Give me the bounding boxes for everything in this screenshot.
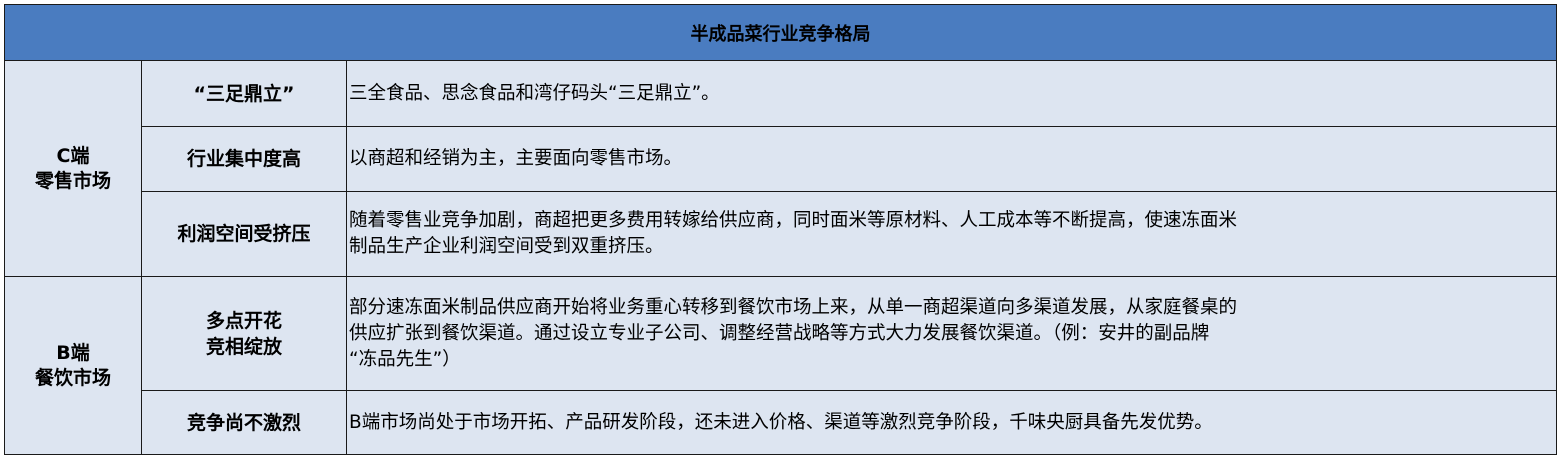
title-row: 半成品菜行业竞争格局 xyxy=(3,4,1558,61)
description-line: 制品生产企业利润空间受到双重挤压。 xyxy=(349,236,664,257)
description-line: B端市场尚处于市场开拓、产品研发阶段，还未进入价格、渠道等激烈竞争阶段，千味央厨… xyxy=(349,411,1213,433)
category-line2: 零售市场 xyxy=(34,169,111,192)
table-row: C端 零售市场 “三足鼎立” 三全食品、思念食品和湾仔码头“三足鼎立”。 xyxy=(4,60,1558,277)
description-cell: B端市场尚处于市场开拓、产品研发阶段，还未进入价格、渠道等激烈竞争阶段，千味央厨… xyxy=(345,390,1558,455)
subcategory-cell: 多点开花 竞相绽放 xyxy=(141,276,347,391)
subcategory-label: 利润空间受挤压 xyxy=(177,223,311,245)
category-cell-c: C端 零售市场 xyxy=(4,60,142,277)
description-line: “冻品先生”） xyxy=(349,348,461,370)
description-cell: 以商超和经销为主，主要面向零售市场。 xyxy=(345,126,1558,192)
subcategory-label: 竞争尚不激烈 xyxy=(186,411,301,434)
category-line2: 餐饮市场 xyxy=(34,366,111,389)
category-line1: C端 xyxy=(56,144,90,167)
table-title: 半成品菜行业竞争格局 xyxy=(3,4,1558,61)
subcategory-cell: 行业集中度高 xyxy=(141,126,347,192)
subcategory-label: 多点开花 xyxy=(205,309,282,332)
description-line: 三全食品、思念食品和湾仔码头“三足鼎立”。 xyxy=(349,82,720,104)
description-line: 以商超和经销为主，主要面向零售市场。 xyxy=(349,148,683,169)
subcategory-cell: 竞争尚不激烈 xyxy=(141,390,347,455)
subcategory-cell: “三足鼎立” xyxy=(141,60,347,127)
description-cell: 随着零售业竞争加剧，商超把更多费用转嫁给供应商，同时面米等原材料、人工成本等不断… xyxy=(345,191,1558,277)
subcategory-label: 行业集中度高 xyxy=(186,148,301,170)
description-cell: 部分速冻面米制品供应商开始将业务重心转移到餐饮市场上来，从单一商超渠道向多渠道发… xyxy=(345,276,1558,391)
competition-table: 半成品菜行业竞争格局 C端 零售市场 “三足鼎立” 三全食品、思念食品和湾仔码头… xyxy=(3,4,1558,455)
table-row: 竞争尚不激烈 B端市场尚处于市场开拓、产品研发阶段，还未进入价格、渠道等激烈竞争… xyxy=(5,390,1558,455)
table-row: B端 餐饮市场 多点开花 竞相绽放 部分速冻面米制品供应商开始将业务重心转移到餐… xyxy=(4,276,1558,455)
description-line: 部分速冻面米制品供应商开始将业务重心转移到餐饮市场上来，从单一商超渠道向多渠道发… xyxy=(349,296,1238,318)
category-line1: B端 xyxy=(56,341,90,364)
subcategory-label: 竞相绽放 xyxy=(205,335,282,358)
description-line: 供应扩张到餐饮渠道。通过设立专业子公司、调整经营战略等方式大力发展餐饮渠道。（例… xyxy=(349,322,1210,344)
category-cell-b: B端 餐饮市场 xyxy=(4,276,142,455)
description-cell: 三全食品、思念食品和湾仔码头“三足鼎立”。 xyxy=(345,60,1558,127)
subcategory-label: “三足鼎立” xyxy=(193,82,295,105)
table-row: 行业集中度高 以商超和经销为主，主要面向零售市场。 xyxy=(5,126,1558,192)
subcategory-cell: 利润空间受挤压 xyxy=(141,191,347,277)
table-row: 利润空间受挤压 随着零售业竞争加剧，商超把更多费用转嫁给供应商，同时面米等原材料… xyxy=(5,191,1558,277)
description-line: 随着零售业竞争加剧，商超把更多费用转嫁给供应商，同时面米等原材料、人工成本等不断… xyxy=(349,210,1238,231)
